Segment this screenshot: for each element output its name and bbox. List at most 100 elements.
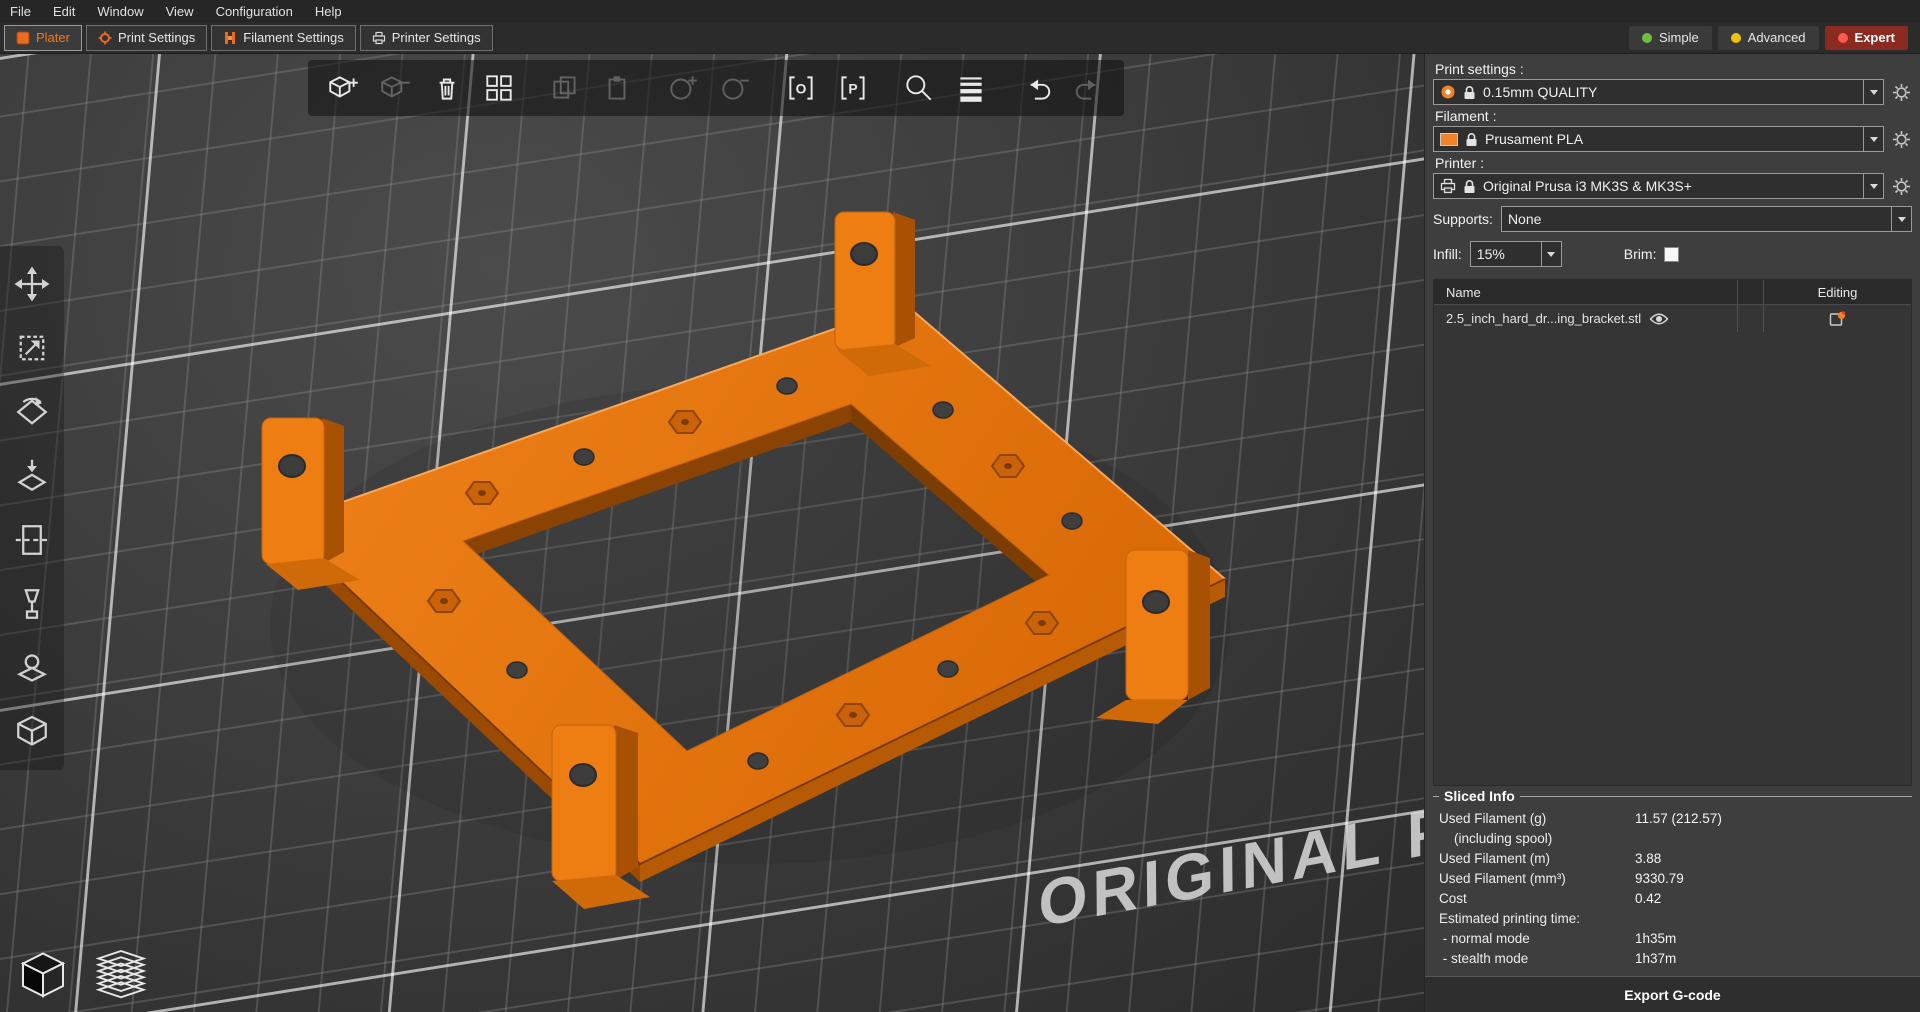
- sliced-info-label: (including spool): [1439, 831, 1553, 846]
- menu-help[interactable]: Help: [315, 4, 342, 19]
- eye-icon[interactable]: [1649, 312, 1669, 326]
- copy-icon: [553, 76, 576, 99]
- print-settings-gear-button[interactable]: [1890, 81, 1912, 103]
- seam-icon: [16, 654, 48, 682]
- undo-button[interactable]: [1012, 64, 1062, 112]
- split-to-objects-button[interactable]: O: [776, 64, 826, 112]
- gear-icon: [1892, 130, 1910, 148]
- tab-printer-settings[interactable]: Printer Settings: [359, 24, 493, 51]
- printer-combo[interactable]: Original Prusa i3 MK3S & MK3S+: [1433, 173, 1884, 199]
- rotate-tool-button[interactable]: [8, 388, 56, 436]
- sliced-info-value: 11.57 (212.57): [1635, 811, 1722, 826]
- tab-print-settings[interactable]: Print Settings: [85, 24, 208, 51]
- filament-value: Prusament PLA: [1485, 131, 1584, 147]
- infill-combo[interactable]: 15%: [1469, 241, 1562, 267]
- print-settings-icon: [98, 31, 112, 45]
- paint-supports-icon: [24, 589, 40, 619]
- brim-checkbox[interactable]: [1664, 246, 1680, 262]
- plater-icon: [16, 31, 30, 45]
- move-tool-button[interactable]: [8, 260, 56, 308]
- redo-button[interactable]: [1064, 64, 1114, 112]
- paste-button[interactable]: [592, 64, 642, 112]
- menu-file[interactable]: File: [10, 4, 31, 19]
- supports-combo[interactable]: None: [1500, 206, 1912, 232]
- name-column-header: Name: [1446, 284, 1481, 300]
- dropdown-chevron-icon: [1863, 174, 1883, 198]
- menu-window[interactable]: Window: [97, 4, 143, 19]
- scale-icon: [19, 335, 45, 361]
- right-panel: Print settings : 0.15mm QUALITY Filament…: [1424, 54, 1920, 1012]
- split-to-parts-button[interactable]: P: [828, 64, 878, 112]
- tab-plater[interactable]: Plater: [4, 24, 82, 51]
- remove-instance-button[interactable]: [710, 64, 760, 112]
- add-icon: [329, 76, 358, 98]
- tab-label: Printer Settings: [391, 30, 481, 45]
- search-button[interactable]: [894, 64, 944, 112]
- editing-column-header: Editing: [1763, 280, 1911, 304]
- preview-view-button[interactable]: [88, 938, 154, 1004]
- object-name: 2.5_inch_hard_dr...ing_bracket.stl: [1446, 311, 1642, 326]
- lock-icon: [1464, 85, 1475, 99]
- menu-edit[interactable]: Edit: [53, 4, 75, 19]
- split-objects-icon: O: [789, 76, 813, 100]
- object-list-row[interactable]: 2.5_inch_hard_dr...ing_bracket.stl: [1434, 305, 1911, 332]
- export-gcode-button[interactable]: Export G-code: [1425, 976, 1920, 1012]
- scale-tool-button[interactable]: [8, 324, 56, 372]
- tab-bar: Plater Print Settings Filament Settings …: [0, 22, 1920, 54]
- mode-advanced-button[interactable]: Advanced: [1717, 25, 1819, 50]
- tab-label: Plater: [36, 30, 70, 45]
- delete-all-button[interactable]: [422, 64, 472, 112]
- seam-tool-button[interactable]: [8, 644, 56, 692]
- sliced-info-label: Used Filament (g): [1439, 811, 1547, 826]
- filament-combo[interactable]: Prusament PLA: [1433, 126, 1884, 152]
- paint-supports-tool-button[interactable]: [8, 580, 56, 628]
- model-bracket[interactable]: [240, 194, 1260, 924]
- print-settings-combo[interactable]: 0.15mm QUALITY: [1433, 79, 1884, 105]
- sliced-info-label: Used Filament (mm³): [1439, 871, 1566, 886]
- preview-cube-tool-button[interactable]: [8, 708, 56, 756]
- paste-icon: [608, 76, 626, 100]
- lock-icon: [1464, 179, 1475, 193]
- tab-label: Filament Settings: [243, 30, 344, 45]
- arrange-button[interactable]: [474, 64, 524, 112]
- sliced-info-value: 1h35m: [1635, 931, 1677, 946]
- sliced-info-value: 1h37m: [1635, 951, 1677, 966]
- menu-view[interactable]: View: [166, 4, 194, 19]
- simple-mode-dot-icon: [1641, 32, 1652, 43]
- mode-simple-button[interactable]: Simple: [1628, 25, 1712, 50]
- printer-settings-icon: [372, 31, 386, 45]
- editing-icon[interactable]: [1829, 310, 1846, 327]
- supports-value: None: [1507, 211, 1542, 227]
- remove-instance-icon: [722, 78, 749, 100]
- gizmo-toolbar: [0, 246, 64, 770]
- sliced-info-value: 9330.79: [1635, 871, 1684, 886]
- mode-label: Simple: [1658, 30, 1699, 45]
- tab-filament-settings[interactable]: Filament Settings: [211, 24, 356, 51]
- spacer-column-header: [1737, 280, 1763, 304]
- trash-icon: [439, 78, 455, 100]
- filament-gear-button[interactable]: [1890, 128, 1912, 150]
- add-object-button[interactable]: [318, 64, 368, 112]
- copy-button[interactable]: [540, 64, 590, 112]
- 3d-viewport[interactable]: ORIGINAL P O P: [0, 54, 1424, 1012]
- remove-object-button[interactable]: [370, 64, 420, 112]
- supports-label: Supports:: [1433, 211, 1493, 227]
- editor-view-button[interactable]: [10, 938, 76, 1004]
- printer-label: Printer :: [1435, 155, 1485, 171]
- search-icon: [906, 75, 932, 101]
- print-settings-value: 0.15mm QUALITY: [1483, 84, 1598, 100]
- variable-layer-height-button[interactable]: [946, 64, 996, 112]
- dropdown-chevron-icon: [1863, 127, 1883, 151]
- printer-gear-button[interactable]: [1890, 175, 1912, 197]
- dropdown-chevron-icon: [1891, 207, 1911, 231]
- object-list: Name Editing 2.5_inch_hard_dr...ing_brac…: [1433, 279, 1912, 786]
- svg-text:O: O: [796, 80, 807, 96]
- printer-icon: [1440, 178, 1456, 194]
- cut-tool-button[interactable]: [8, 516, 56, 564]
- rotate-icon: [16, 397, 48, 425]
- mode-expert-button[interactable]: Expert: [1824, 25, 1908, 50]
- gear-icon: [1892, 83, 1910, 101]
- add-instance-button[interactable]: [658, 64, 708, 112]
- menu-configuration[interactable]: Configuration: [216, 4, 293, 19]
- place-on-face-tool-button[interactable]: [8, 452, 56, 500]
